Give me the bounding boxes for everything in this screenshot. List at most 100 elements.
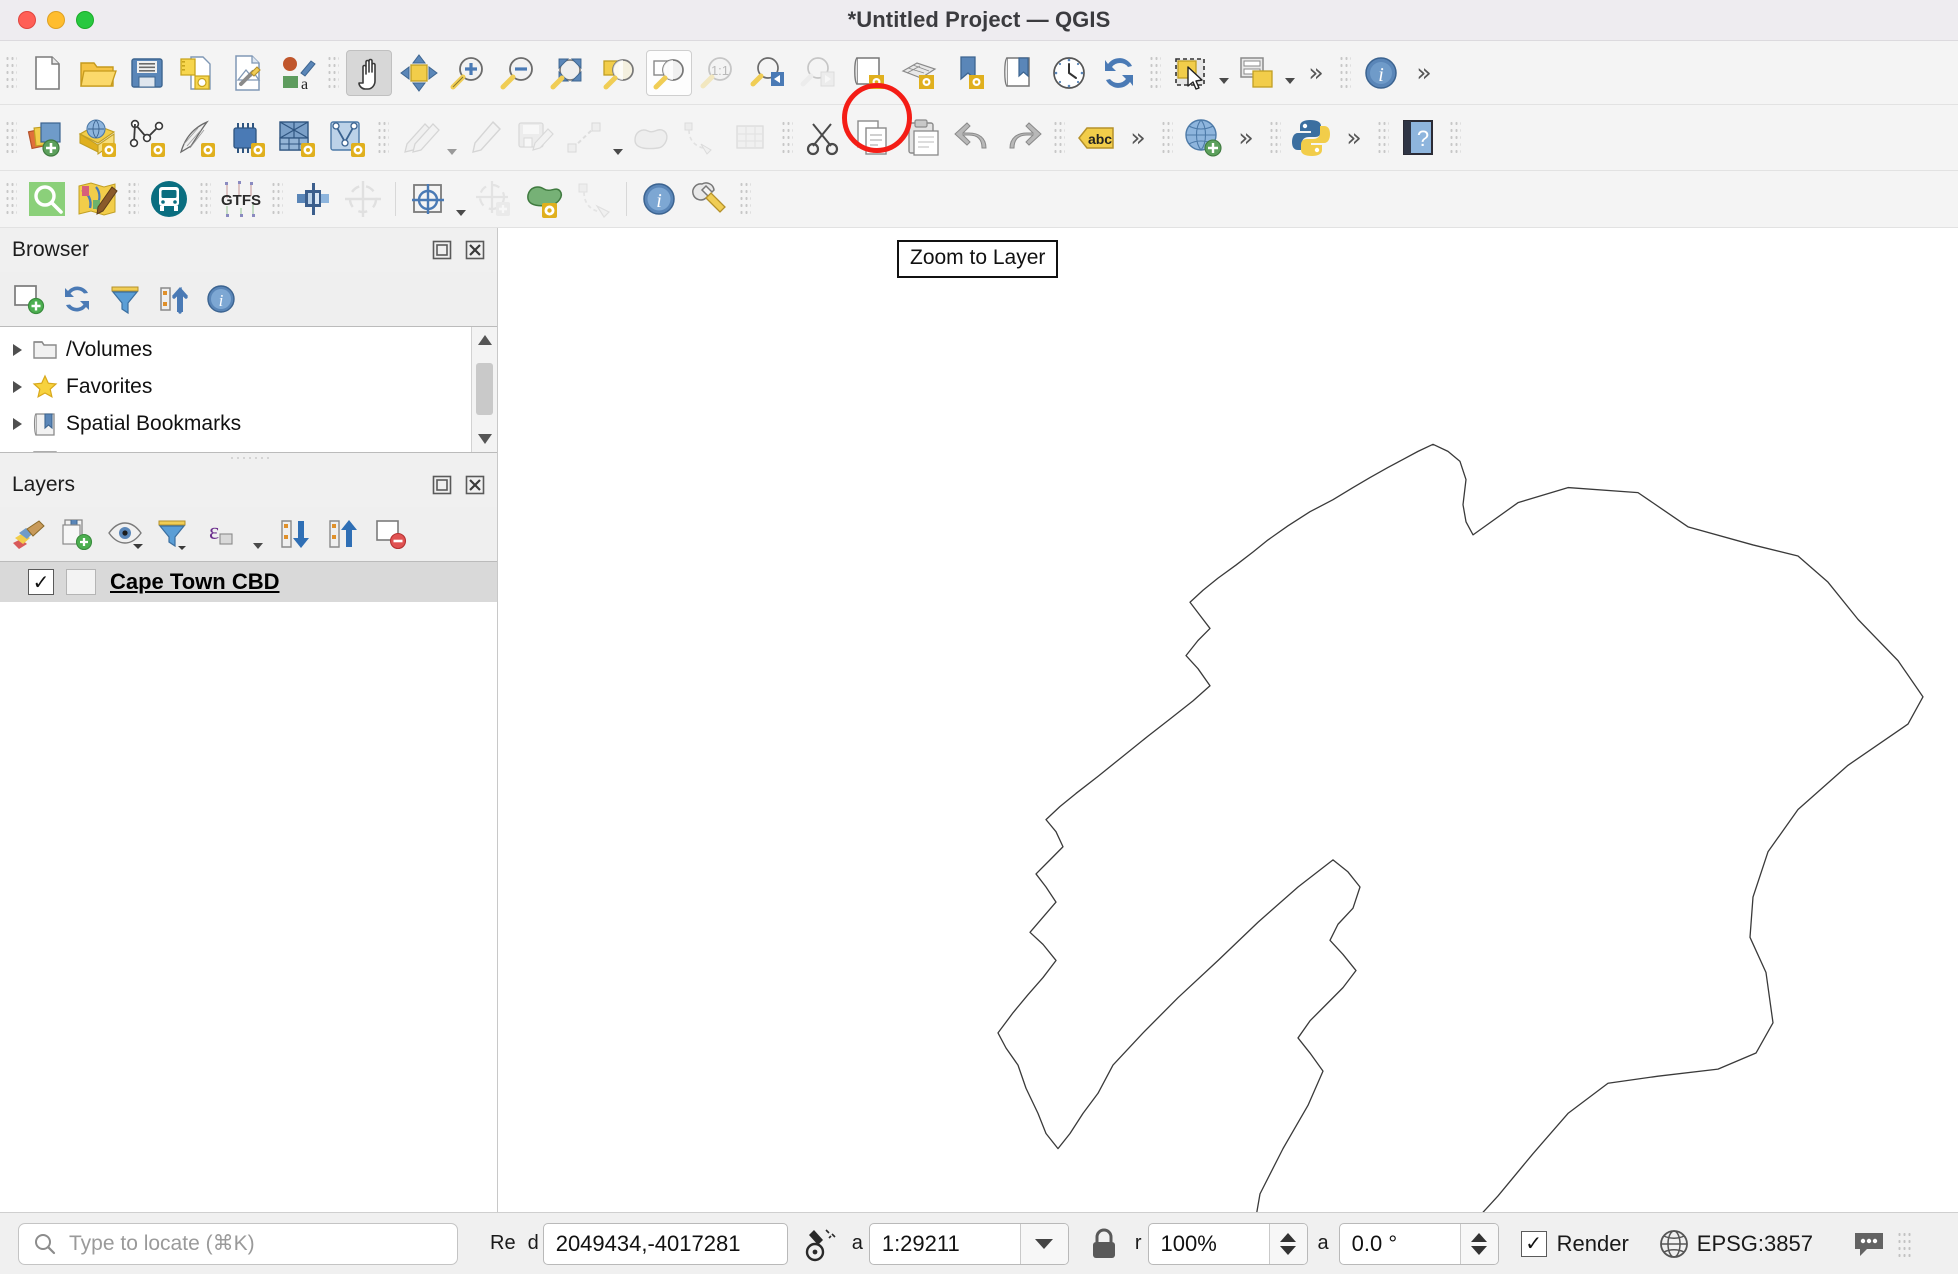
expression-filter-button[interactable]: ε — [202, 515, 240, 553]
expand-arrow-icon[interactable] — [6, 418, 28, 430]
current-edits-dropdown[interactable] — [444, 115, 460, 161]
zoom-next-button[interactable] — [796, 50, 842, 96]
redo-button[interactable] — [1000, 115, 1046, 161]
new-bookmark-button[interactable] — [946, 50, 992, 96]
render-checkbox[interactable]: ✓ — [1521, 1231, 1547, 1257]
browser-tree[interactable]: /Volumes Favorites — [0, 326, 497, 453]
browser-item-spatial-bookmarks[interactable]: Spatial Bookmarks — [0, 405, 471, 442]
show-map-labels-button[interactable]: abc — [1072, 115, 1118, 161]
add-web-layer-button[interactable] — [1180, 115, 1226, 161]
layers-close-button[interactable] — [463, 473, 487, 497]
browser-item-volumes[interactable]: /Volumes — [0, 331, 471, 368]
help-button[interactable]: ? — [1396, 115, 1442, 161]
lock-icon[interactable] — [1089, 1228, 1119, 1260]
undo-button[interactable] — [950, 115, 996, 161]
toolbar-grip[interactable] — [127, 181, 139, 217]
identify-toolbar-overflow-button[interactable]: » — [1406, 60, 1442, 85]
toolbar-grip[interactable] — [271, 181, 283, 217]
add-polygon-feature-button[interactable] — [628, 115, 674, 161]
zoom-in-button[interactable] — [446, 50, 492, 96]
paste-features-button[interactable] — [900, 115, 946, 161]
open-data-source-manager-button[interactable] — [24, 115, 70, 161]
select-features-dropdown[interactable] — [1216, 50, 1232, 96]
toggle-extents-icon[interactable] — [802, 1226, 838, 1262]
toolbar-grip[interactable] — [5, 120, 17, 156]
toolbar-grip[interactable] — [781, 120, 793, 156]
zoom-out-button[interactable] — [496, 50, 542, 96]
pan-map-button[interactable] — [346, 50, 392, 96]
add-mesh-layer-button[interactable] — [174, 115, 220, 161]
expand-arrow-icon[interactable] — [6, 381, 28, 393]
coordinate-field[interactable]: 2049434,-4017281 — [543, 1223, 788, 1265]
shape-tools-button[interactable] — [521, 176, 567, 222]
python-console-button[interactable] — [1288, 115, 1334, 161]
current-edits-button[interactable] — [396, 115, 442, 161]
layers-tree[interactable]: ✓ Cape Town CBD — [0, 561, 497, 1212]
toolbar-grip[interactable] — [327, 55, 339, 91]
browser-item-favorites[interactable]: Favorites — [0, 368, 471, 405]
collapse-all-button[interactable] — [154, 280, 192, 318]
zoom-to-selection-button[interactable] — [596, 50, 642, 96]
open-project-button[interactable] — [74, 50, 120, 96]
add-selected-layers-button[interactable] — [10, 280, 48, 318]
layer-visibility-checkbox[interactable]: ✓ — [28, 569, 54, 595]
messages-icon[interactable] — [1851, 1229, 1887, 1259]
expression-filter-dropdown[interactable] — [250, 519, 266, 549]
refresh-browser-button[interactable] — [58, 280, 96, 318]
save-project-button[interactable] — [124, 50, 170, 96]
show-bookmarks-button[interactable] — [996, 50, 1042, 96]
crosshair-button[interactable] — [340, 176, 386, 222]
browser-item-home[interactable]: Home — [0, 442, 471, 453]
select-by-value-button[interactable] — [1234, 50, 1280, 96]
scroll-down-button[interactable] — [472, 426, 498, 452]
browser-close-button[interactable] — [463, 238, 487, 262]
toolbar-grip[interactable] — [5, 181, 17, 217]
select-by-value-dropdown[interactable] — [1282, 50, 1298, 96]
web-toolbar-overflow-button[interactable]: » — [1228, 125, 1264, 150]
rotation-spinbox[interactable]: 0.0 ° — [1339, 1223, 1499, 1265]
expand-arrow-icon[interactable] — [6, 344, 28, 356]
add-vector-layer-button[interactable] — [74, 115, 120, 161]
select-features-button[interactable] — [1168, 50, 1214, 96]
toolbar-grip[interactable] — [739, 181, 751, 217]
toolbar-grip[interactable] — [199, 181, 211, 217]
zoom-to-layer-button[interactable] — [646, 50, 692, 96]
digitizing-toolbar-overflow-button[interactable]: » — [1120, 125, 1156, 150]
filter-browser-button[interactable] — [106, 280, 144, 318]
toolbar-grip[interactable] — [1053, 120, 1065, 156]
settings-wrench-button[interactable] — [686, 176, 732, 222]
trace-tool-button[interactable] — [571, 176, 617, 222]
status-bar-resize-grip[interactable] — [1897, 1231, 1911, 1257]
zoom-last-button[interactable] — [746, 50, 792, 96]
browser-properties-button[interactable]: i — [202, 280, 240, 318]
filter-legend-button[interactable] — [154, 515, 192, 553]
scale-combobox[interactable]: 1:29211 — [869, 1223, 1069, 1265]
add-feature-dropdown[interactable] — [610, 115, 626, 161]
new-print-layout-button[interactable] — [224, 50, 270, 96]
python-toolbar-overflow-button[interactable]: » — [1336, 125, 1372, 150]
layer-row-cape-town-cbd[interactable]: ✓ Cape Town CBD — [0, 562, 497, 602]
browser-scrollbar[interactable] — [471, 327, 497, 452]
add-crosshair-button[interactable] — [471, 176, 517, 222]
toolbar-grip[interactable] — [377, 120, 389, 156]
rotation-stepper[interactable] — [1460, 1224, 1498, 1264]
new-3d-map-view-button[interactable] — [896, 50, 942, 96]
toggle-editing-button[interactable] — [462, 115, 508, 161]
profile-tool-button[interactable] — [290, 176, 336, 222]
toolbar-grip[interactable] — [1449, 120, 1461, 156]
map-editor-plugin-button[interactable] — [74, 176, 120, 222]
toolbar-grip[interactable] — [1377, 120, 1389, 156]
temporal-controller-button[interactable] — [1046, 50, 1092, 96]
transit-plugin-button[interactable] — [146, 176, 192, 222]
toolbar-grip[interactable] — [1269, 120, 1281, 156]
toolbar-grip[interactable] — [1339, 55, 1351, 91]
browser-undock-button[interactable] — [430, 238, 454, 262]
add-raster-layer-button[interactable] — [124, 115, 170, 161]
cut-features-button[interactable] — [800, 115, 846, 161]
toolbar-grip[interactable] — [1161, 120, 1173, 156]
magnifier-spinbox[interactable]: 100% — [1148, 1223, 1308, 1265]
save-project-as-button[interactable] — [174, 50, 220, 96]
search-plugin-button[interactable] — [24, 176, 70, 222]
style-manager-button[interactable]: a — [274, 50, 320, 96]
gtfs-plugin-button[interactable]: GTFS — [218, 176, 264, 222]
